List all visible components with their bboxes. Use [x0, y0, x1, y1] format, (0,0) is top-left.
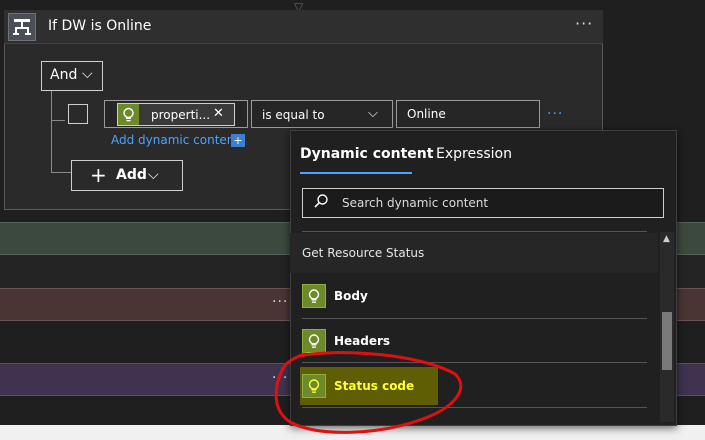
group-operator-label: And — [50, 67, 78, 83]
background-more-icon[interactable]: ··· — [272, 294, 288, 310]
scroll-up-icon[interactable]: ▲ — [663, 234, 670, 244]
plus-icon: + — [90, 163, 107, 187]
active-tab-indicator — [300, 172, 412, 174]
annotation-circle — [274, 351, 463, 434]
search-icon — [313, 193, 329, 213]
chevron-down-icon: ⌵ — [82, 66, 93, 82]
condition-title: If DW is Online — [48, 18, 152, 34]
token-label: properti... — [151, 108, 211, 122]
add-dynamic-content-link[interactable]: Add dynamic content — [111, 133, 239, 147]
remove-token-icon[interactable]: ✕ — [213, 106, 224, 121]
divider — [302, 318, 647, 319]
dynamic-item-body[interactable]: Body — [334, 289, 368, 303]
tab-expression[interactable]: Expression — [436, 146, 512, 162]
add-button-label: Add — [116, 167, 147, 183]
search-placeholder: Search dynamic content — [342, 196, 489, 210]
tree-line — [51, 120, 65, 121]
chevron-down-icon: ⌵ — [148, 167, 159, 183]
tree-line — [51, 91, 52, 173]
scroll-thumb[interactable] — [662, 312, 672, 370]
tree-line — [51, 172, 71, 173]
row-more-icon[interactable]: ··· — [547, 106, 563, 122]
dynamic-item-headers[interactable]: Headers — [334, 334, 390, 348]
divider — [302, 231, 647, 232]
condition-icon — [8, 13, 36, 41]
operator-label: is equal to — [262, 108, 325, 122]
right-value-text: Online — [407, 107, 446, 121]
row-checkbox[interactable] — [68, 104, 88, 124]
lightbulb-icon — [118, 104, 139, 125]
group-label: Get Resource Status — [302, 246, 425, 260]
chevron-down-icon: ⌵ — [368, 106, 378, 121]
lightbulb-icon — [302, 284, 326, 308]
add-dynamic-plus-icon[interactable]: + — [231, 134, 245, 147]
condition-more-icon[interactable]: ··· — [575, 14, 593, 33]
tab-dynamic-content[interactable]: Dynamic content — [300, 146, 433, 162]
